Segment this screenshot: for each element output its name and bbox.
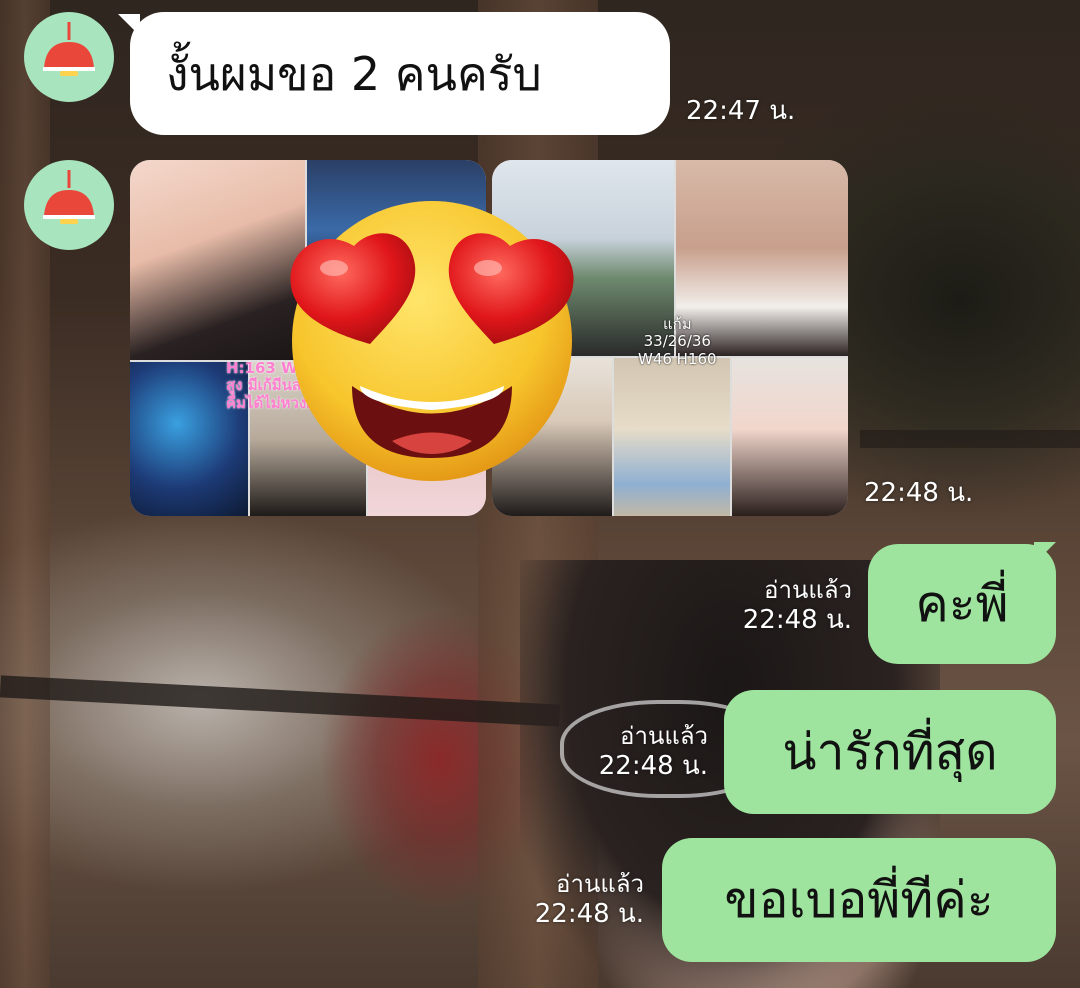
image-timestamp: 22:48 น.	[864, 478, 974, 508]
lamp-icon	[43, 170, 95, 224]
heart-eyes-emoji	[290, 201, 574, 481]
outgoing-message-bubble[interactable]: น่ารักที่สุด	[724, 690, 1056, 814]
outgoing-message-bubble[interactable]: ขอเบอพี่ทีค่ะ	[662, 838, 1056, 962]
message-timestamp: 22:47 น.	[686, 96, 796, 126]
read-receipt: อ่านแล้ว 22:48 น.	[742, 576, 852, 635]
incoming-message-bubble[interactable]: งั้นผมขอ 2 คนครับ	[130, 12, 670, 135]
message-text: คะพี่	[915, 575, 1009, 633]
photo-tile	[130, 160, 305, 360]
photo-tile	[614, 358, 730, 516]
collage-caption: แก้ม 33/26/36 W46 H160	[638, 315, 717, 368]
message-text: งั้นผมขอ 2 คนครับ	[166, 46, 542, 101]
contact-avatar[interactable]	[24, 160, 114, 250]
contact-avatar[interactable]	[24, 12, 114, 102]
bubble-tail	[1034, 542, 1056, 564]
outgoing-message-bubble[interactable]: คะพี่	[868, 544, 1056, 664]
photo-tile	[732, 358, 848, 516]
read-receipt: อ่านแล้ว 22:48 น.	[598, 722, 708, 781]
message-text: ขอเบอพี่ทีค่ะ	[724, 871, 994, 929]
message-text: น่ารักที่สุด	[782, 723, 998, 781]
read-receipt: อ่านแล้ว 22:48 น.	[534, 870, 644, 929]
lamp-icon	[43, 22, 95, 76]
